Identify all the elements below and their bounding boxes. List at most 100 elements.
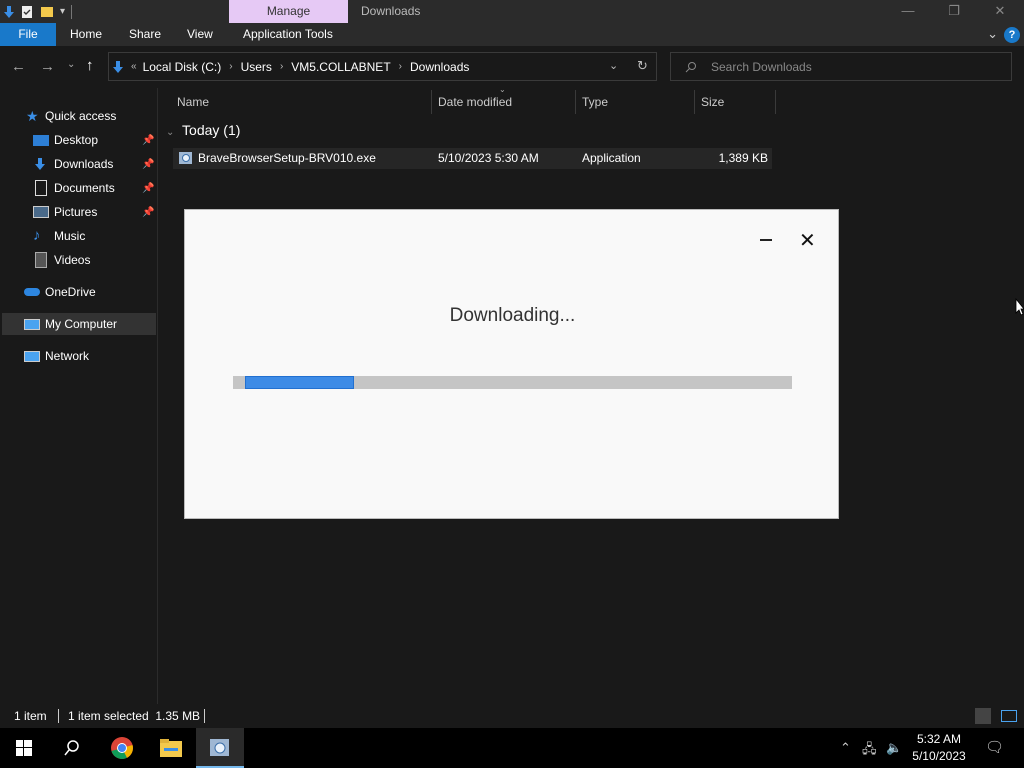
tab-application-tools[interactable]: Application Tools [233,23,343,46]
close-button[interactable]: ✕ [977,0,1023,23]
clock-time: 5:32 AM [916,732,962,746]
status-separator [58,709,59,723]
search-taskbar-button[interactable] [48,728,96,768]
large-icons-view-icon[interactable] [1001,710,1017,722]
column-header-type[interactable]: Type [576,90,695,114]
crumb-separator-icon[interactable]: › [399,61,402,72]
address-bar[interactable]: « Local Disk (C:) › Users › VM5.COLLABNE… [108,52,657,81]
nav-label: Music [54,229,86,243]
address-dropdown-icon[interactable]: ⌄ [609,59,618,72]
navigation-pane: ★ Quick access Desktop 📌 Downloads 📌 Doc… [0,88,158,704]
dialog-status-text: Downloading... [449,305,576,326]
back-arrow-icon[interactable]: ← [11,58,26,75]
minimize-button[interactable]: — [885,0,931,23]
nav-documents[interactable]: Documents [33,177,115,199]
chrome-taskbar-button[interactable] [98,728,146,768]
properties-icon[interactable] [20,5,34,19]
notifications-icon[interactable]: 🗨 [985,738,1004,756]
nav-my-computer[interactable]: My Computer [2,313,156,335]
customize-qat-icon[interactable]: ▾ [60,6,65,17]
network-icon [24,350,40,362]
system-clock[interactable]: 5:32 AM 5/10/2023 [906,731,972,765]
file-size: 1,389 KB [718,151,768,165]
tab-view[interactable]: View [177,23,223,46]
collapse-chevron-icon[interactable]: ⌄ [166,127,174,138]
star-icon: ★ [26,108,39,124]
start-button[interactable] [0,728,48,768]
search-input[interactable]: Search Downloads [670,52,1012,81]
pin-icon[interactable]: 📌 [142,159,154,170]
taskbar: ⌃ 🖧 🔈 5:32 AM 5/10/2023 🗨 [0,728,1024,768]
crumb-separator-icon[interactable]: › [229,61,232,72]
selection-info: 1 item selected 1.35 MB [68,709,201,723]
details-view-icon[interactable] [975,708,991,724]
group-header-today[interactable]: ⌄ Today (1) [166,122,240,138]
nav-music[interactable]: ♪ Music [33,225,85,247]
download-arrow-icon[interactable] [4,5,14,18]
breadcrumb-overflow-icon[interactable]: « [131,61,137,72]
documents-icon [35,180,47,196]
clock-date: 5/10/2023 [912,749,966,763]
nav-label: Downloads [54,157,114,171]
network-status-icon[interactable]: 🖧 [862,740,877,762]
crumb-separator-icon[interactable]: › [280,61,283,72]
nav-desktop[interactable]: Desktop [33,129,98,151]
nav-videos[interactable]: Videos [33,249,90,271]
nav-label: Quick access [45,109,117,123]
nav-quick-access[interactable]: ★ Quick access [26,105,116,127]
crumb-downloads[interactable]: Downloads [410,60,469,74]
nav-onedrive[interactable]: OneDrive [24,281,96,303]
tab-share[interactable]: Share [119,23,171,46]
table-row[interactable]: BraveBrowserSetup-BRV010.exe 5/10/2023 5… [173,148,772,169]
search-icon [64,740,79,756]
file-date: 5/10/2023 5:30 AM [438,151,539,165]
pin-icon[interactable]: 📌 [142,135,154,146]
refresh-icon[interactable]: ↻ [637,58,648,74]
up-arrow-icon[interactable]: ↑ [86,57,94,74]
pin-icon[interactable]: 📌 [142,207,154,218]
crumb-user-folder[interactable]: VM5.COLLABNET [291,60,390,74]
mouse-cursor-icon [1015,298,1024,316]
item-count: 1 item [14,709,47,723]
downloads-location-icon [113,60,123,73]
nav-label: My Computer [45,317,118,331]
tab-home[interactable]: Home [60,23,112,46]
search-icon [685,62,696,73]
title-bar: ▾ Manage Downloads — ❐ ✕ [0,0,1024,23]
recent-locations-icon[interactable]: ⌄ [67,59,75,70]
qat-separator [71,4,73,19]
pictures-icon [33,206,49,218]
status-separator [204,709,205,723]
dialog-close-button[interactable]: ✕ [799,228,816,253]
crumb-users[interactable]: Users [241,60,272,74]
nav-downloads[interactable]: Downloads [33,153,113,175]
onedrive-icon [24,288,40,296]
nav-label: OneDrive [45,285,96,299]
crumb-local-disk[interactable]: Local Disk (C:) [143,60,222,74]
installer-app-icon [210,739,229,756]
new-folder-icon[interactable] [40,5,54,19]
restore-button[interactable]: ❐ [931,0,977,23]
computer-icon [24,318,40,330]
nav-pictures[interactable]: Pictures [33,201,97,223]
downloads-icon [33,156,49,172]
download-progress-bar [233,376,792,389]
column-header-size[interactable]: Size [695,90,776,114]
dialog-minimize-button[interactable] [760,239,772,241]
column-header-name[interactable]: Name [171,90,432,114]
show-hidden-icons-chevron-icon[interactable]: ⌃ [840,740,851,756]
status-bar: 1 item 1 item selected 1.35 MB [0,704,1024,728]
sort-indicator-icon: ⌄ [499,85,506,94]
chrome-icon [111,737,133,759]
manage-context-tab[interactable]: Manage [229,0,348,23]
pin-icon[interactable]: 📌 [142,183,154,194]
help-icon[interactable]: ? [1004,27,1020,43]
forward-arrow-icon[interactable]: → [40,58,55,75]
installer-taskbar-button[interactable] [196,728,244,768]
file-explorer-taskbar-button[interactable] [147,728,195,768]
volume-icon[interactable]: 🔈 [886,740,902,756]
file-name: BraveBrowserSetup-BRV010.exe [198,151,376,165]
nav-network[interactable]: Network [24,345,89,367]
expand-ribbon-icon[interactable]: ⌄ [987,26,998,42]
tab-file[interactable]: File [0,23,56,46]
